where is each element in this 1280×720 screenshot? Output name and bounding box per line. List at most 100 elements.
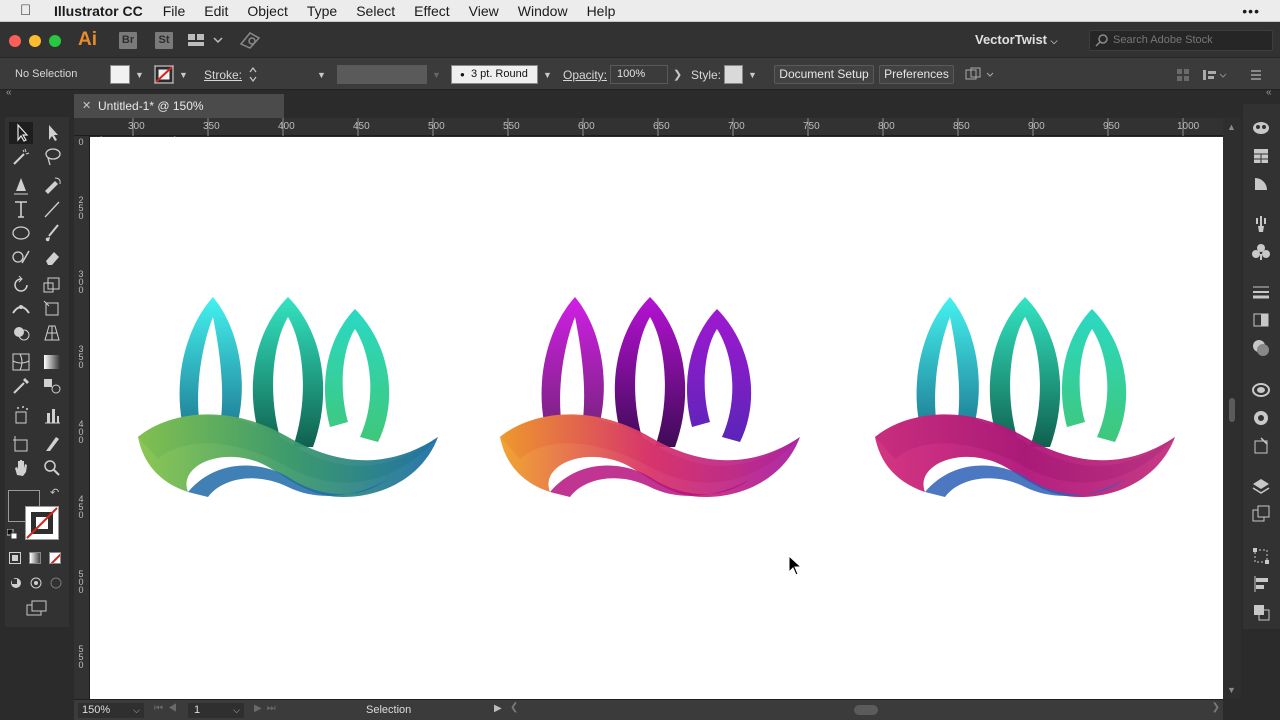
curvature-tool-icon[interactable]	[41, 174, 63, 196]
minimize-window-button[interactable]	[29, 35, 41, 47]
gpu-performance-icon[interactable]	[238, 30, 262, 50]
artboards-icon[interactable]	[1251, 504, 1271, 524]
artboard-tool-icon[interactable]	[10, 433, 32, 455]
color-mode-icon[interactable]	[9, 552, 21, 564]
pathfinder-icon[interactable]	[1251, 174, 1271, 194]
horizontal-scroll-thumb[interactable]	[854, 705, 878, 715]
screen-mode-icon[interactable]	[25, 600, 49, 616]
bridge-button[interactable]: Br	[119, 32, 137, 49]
shape-builder-tool-icon[interactable]	[10, 322, 32, 344]
scroll-up-icon[interactable]: ▲	[1227, 122, 1236, 132]
slice-tool-icon[interactable]	[41, 433, 63, 455]
zoom-window-button[interactable]	[49, 35, 61, 47]
profile-dropdown-icon[interactable]: ▼	[432, 70, 441, 80]
collapse-toolbar-icon[interactable]: «	[6, 87, 12, 98]
zoom-tool-icon[interactable]	[41, 457, 63, 479]
mesh-tool-icon[interactable]	[10, 351, 32, 373]
arrange-documents-icon[interactable]	[187, 32, 223, 48]
transform-icon[interactable]	[1251, 546, 1271, 566]
menu-select[interactable]: Select	[356, 3, 395, 19]
pathfinder-shapes-icon[interactable]	[1251, 602, 1271, 622]
magic-wand-tool-icon[interactable]	[10, 146, 32, 168]
scroll-right-icon[interactable]: ❯	[1212, 702, 1220, 713]
scroll-left-icon[interactable]: ❮	[510, 702, 518, 713]
properties-icon[interactable]	[1251, 146, 1271, 166]
horizontal-scrollbar[interactable]: ❮ ❯	[510, 702, 1220, 716]
brushes-icon[interactable]	[1251, 214, 1271, 234]
layers-icon[interactable]	[1251, 476, 1271, 496]
type-tool-icon[interactable]	[10, 198, 32, 220]
stock-search-input[interactable]: Search Adobe Stock	[1089, 30, 1273, 51]
selection-tool-icon[interactable]	[10, 122, 32, 144]
fill-swatch[interactable]	[110, 65, 130, 84]
scroll-down-icon[interactable]: ▼	[1227, 685, 1236, 695]
variable-width-profile[interactable]	[337, 65, 427, 84]
menu-object[interactable]: Object	[247, 3, 287, 19]
direct-selection-tool-icon[interactable]	[41, 122, 63, 144]
hand-tool-icon[interactable]	[10, 457, 32, 479]
lasso-tool-icon[interactable]	[41, 146, 63, 168]
align-icon[interactable]	[1251, 574, 1271, 594]
perspective-grid-tool-icon[interactable]	[41, 322, 63, 344]
graphic-styles-icon[interactable]	[1251, 408, 1271, 428]
arrange-objects-icon[interactable]	[965, 67, 995, 83]
eraser-tool-icon[interactable]	[41, 246, 63, 268]
menu-view[interactable]: View	[469, 3, 499, 19]
apple-menu-icon[interactable]: 	[20, 2, 40, 19]
close-document-icon[interactable]: ✕	[82, 94, 91, 118]
vertical-scrollbar[interactable]: ▲ ▼	[1223, 118, 1241, 699]
ellipse-tool-icon[interactable]	[10, 222, 32, 244]
preferences-button[interactable]: Preferences	[879, 65, 954, 84]
artboard-number-field[interactable]: 1 ⌵	[188, 703, 244, 718]
appearance-icon[interactable]	[1251, 380, 1271, 400]
stroke-label[interactable]: Stroke:	[204, 68, 242, 82]
document-tab[interactable]: ✕ Untitled-1* @ 150% (RGB/Preview)	[74, 94, 284, 137]
style-dropdown-icon[interactable]: ▼	[748, 70, 757, 80]
stock-button[interactable]: St	[155, 32, 173, 49]
align-panel-icon[interactable]	[1175, 67, 1265, 83]
artboard-next-last-icons[interactable]: ▶⏭	[254, 703, 281, 714]
transparency-icon[interactable]	[1251, 338, 1271, 358]
scale-tool-icon[interactable]	[41, 274, 63, 296]
workspace-switcher[interactable]: VectorTwist ⌵	[975, 32, 1057, 47]
drawing-modes-icon[interactable]	[9, 576, 65, 590]
line-segment-tool-icon[interactable]	[41, 198, 63, 220]
width-tool-icon[interactable]	[10, 298, 32, 320]
more-icon[interactable]: •••	[1242, 3, 1260, 19]
stroke-dropdown-icon[interactable]: ▼	[179, 70, 188, 80]
pen-tool-icon[interactable]	[10, 174, 32, 196]
menu-window[interactable]: Window	[518, 3, 568, 19]
rotate-tool-icon[interactable]	[10, 274, 32, 296]
eyedropper-tool-icon[interactable]	[10, 375, 32, 397]
brush-dropdown-icon[interactable]: ▼	[543, 70, 552, 80]
menu-effect[interactable]: Effect	[414, 3, 450, 19]
artboard[interactable]	[90, 137, 1223, 699]
document-setup-button[interactable]: Document Setup	[774, 65, 874, 84]
opacity-arrow-icon[interactable]: ❯	[673, 68, 682, 81]
stroke-swatch[interactable]	[154, 65, 174, 84]
menu-type[interactable]: Type	[307, 3, 337, 19]
brush-definition[interactable]: ● 3 pt. Round	[451, 65, 538, 84]
libraries-icon[interactable]	[1251, 118, 1271, 138]
close-window-button[interactable]	[9, 35, 21, 47]
graphic-style-swatch[interactable]	[724, 65, 743, 84]
swap-fill-stroke-icon[interactable]: ↶	[50, 486, 59, 499]
menu-help[interactable]: Help	[587, 3, 616, 19]
paintbrush-tool-icon[interactable]	[41, 222, 63, 244]
vertical-scroll-thumb[interactable]	[1229, 398, 1235, 422]
symbols-icon[interactable]	[1251, 242, 1271, 262]
stroke-color-box[interactable]	[25, 506, 59, 540]
artboard-first-prev-icons[interactable]: ⏮◀	[154, 703, 182, 714]
menu-edit[interactable]: Edit	[204, 3, 228, 19]
menu-file[interactable]: File	[163, 3, 186, 19]
stroke-weight-dropdown-icon[interactable]: ▼	[317, 70, 326, 80]
collapse-panels-icon[interactable]: «	[1266, 87, 1272, 98]
zoom-field[interactable]: 150% ⌵	[78, 703, 144, 718]
opacity-field[interactable]: 100%	[610, 65, 668, 84]
gradient-tool-icon[interactable]	[41, 351, 63, 373]
shaper-tool-icon[interactable]	[10, 246, 32, 268]
free-transform-tool-icon[interactable]	[41, 298, 63, 320]
default-fill-stroke-icon[interactable]	[7, 529, 17, 539]
asset-export-icon[interactable]	[1251, 436, 1271, 456]
gradient-panel-icon[interactable]	[1251, 310, 1271, 330]
